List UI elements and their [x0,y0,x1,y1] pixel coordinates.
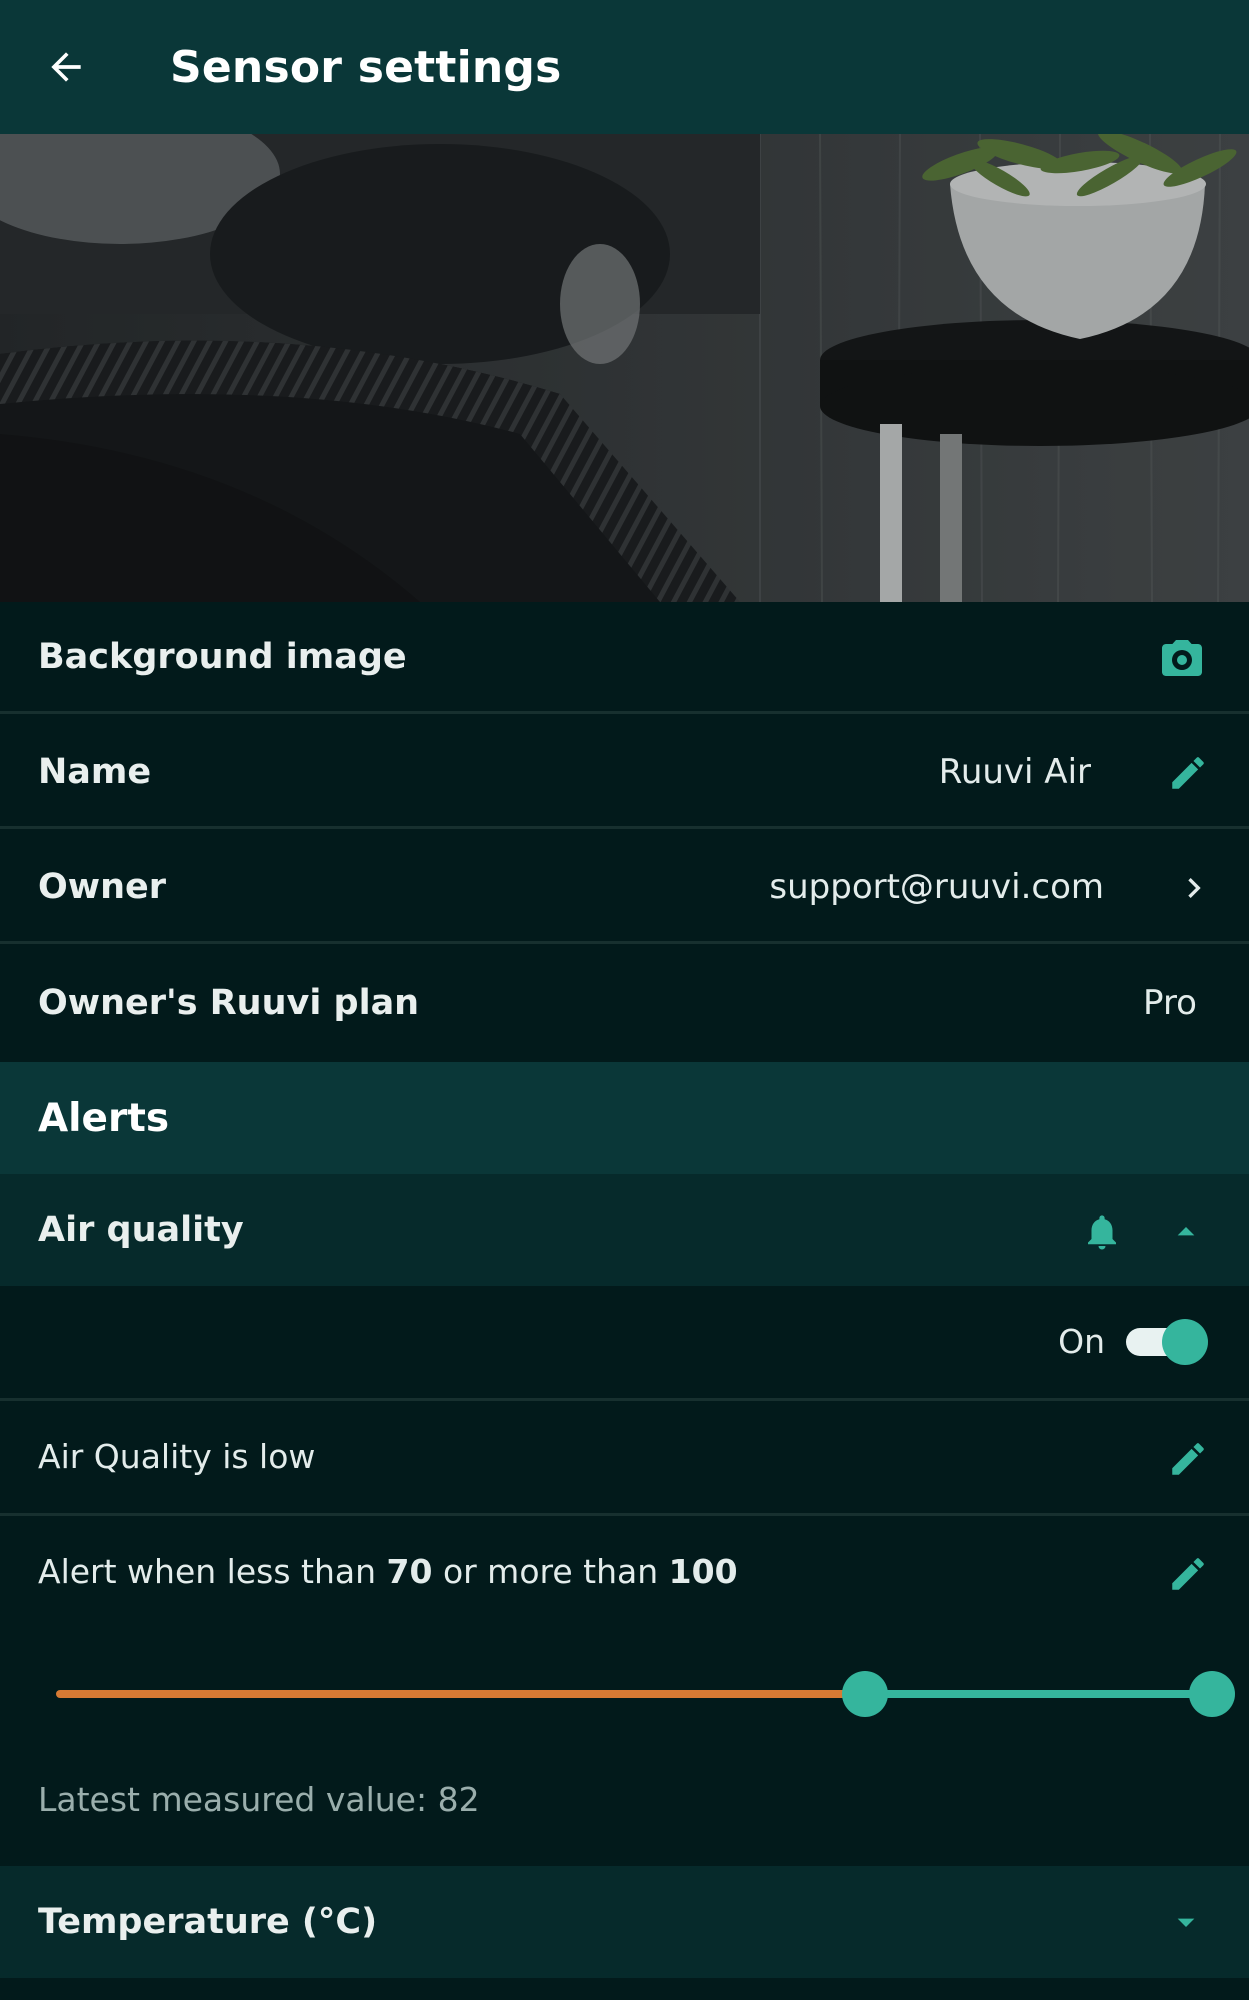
alerts-section-header: Alerts [0,1062,1249,1174]
owner-row[interactable]: Owner support@ruuvi.com [0,832,1249,944]
air-quality-alert-toggle[interactable] [1126,1318,1208,1366]
pencil-icon [1172,1558,1204,1590]
pencil-icon [1172,1443,1204,1475]
air-quality-alert-status [1080,1210,1124,1254]
collapse-air-quality-button[interactable] [1164,1210,1208,1254]
air-quality-toggle-row: On [0,1286,1249,1401]
background-image-label: Background image [38,636,407,677]
arrow-left-icon [51,52,81,82]
camera-icon [1162,640,1202,676]
range-middle: or more than [442,1552,659,1591]
back-button[interactable] [36,37,96,97]
air-quality-description-row[interactable]: Air Quality is low [0,1401,1249,1516]
toggle-thumb [1162,1319,1208,1365]
temperature-title: Temperature (°C) [38,1902,378,1942]
slider-min-handle[interactable] [842,1671,888,1717]
pencil-icon [1172,757,1204,789]
name-row[interactable]: Name Ruuvi Air [0,717,1249,829]
edit-range-button[interactable] [1164,1550,1212,1598]
owner-details-button[interactable] [1172,866,1216,910]
bell-icon [1088,1215,1116,1250]
expand-temperature-button[interactable] [1164,1900,1208,1944]
owner-plan-value: Pro [1143,983,1197,1023]
app-bar: Sensor settings [0,0,1249,134]
background-image-row[interactable]: Background image [0,602,1249,714]
slider-max-handle[interactable] [1189,1671,1235,1717]
owner-value: support@ruuvi.com [769,866,1104,907]
caret-up-icon [1177,1227,1195,1236]
background-image-preview [0,134,1249,602]
owner-plan-row: Owner's Ruuvi plan Pro [0,947,1249,1059]
range-prefix: Alert when less than [38,1552,376,1591]
caret-down-icon [1177,1918,1195,1927]
slider-track-in-range [865,1690,1212,1698]
temperature-alert-header[interactable]: Temperature (°C) [0,1866,1249,1978]
chevron-right-icon [1188,878,1201,898]
toggle-label: On [1058,1322,1105,1361]
latest-measured-value: Latest measured value: 82 [38,1780,480,1819]
change-background-button[interactable] [1156,632,1208,684]
edit-name-button[interactable] [1164,749,1212,797]
air-quality-range-slider[interactable] [56,1666,1235,1722]
alert-description: Air Quality is low [38,1437,316,1476]
alerts-title: Alerts [38,1095,170,1141]
name-value: Ruuvi Air [938,751,1091,792]
name-label: Name [38,751,152,792]
owner-label: Owner [38,866,167,907]
bottom-strip [0,1978,1249,2000]
alert-range-text: Alert when less than 70 or more than 100 [38,1552,738,1591]
air-quality-alert-header[interactable]: Air quality [0,1174,1249,1286]
range-min-value: 70 [386,1552,433,1591]
edit-description-button[interactable] [1164,1435,1212,1483]
slider-track-below-range [56,1690,865,1698]
page-title: Sensor settings [170,41,562,93]
range-max-value: 100 [668,1552,738,1591]
air-quality-title: Air quality [38,1210,244,1250]
owner-plan-label: Owner's Ruuvi plan [38,983,420,1023]
